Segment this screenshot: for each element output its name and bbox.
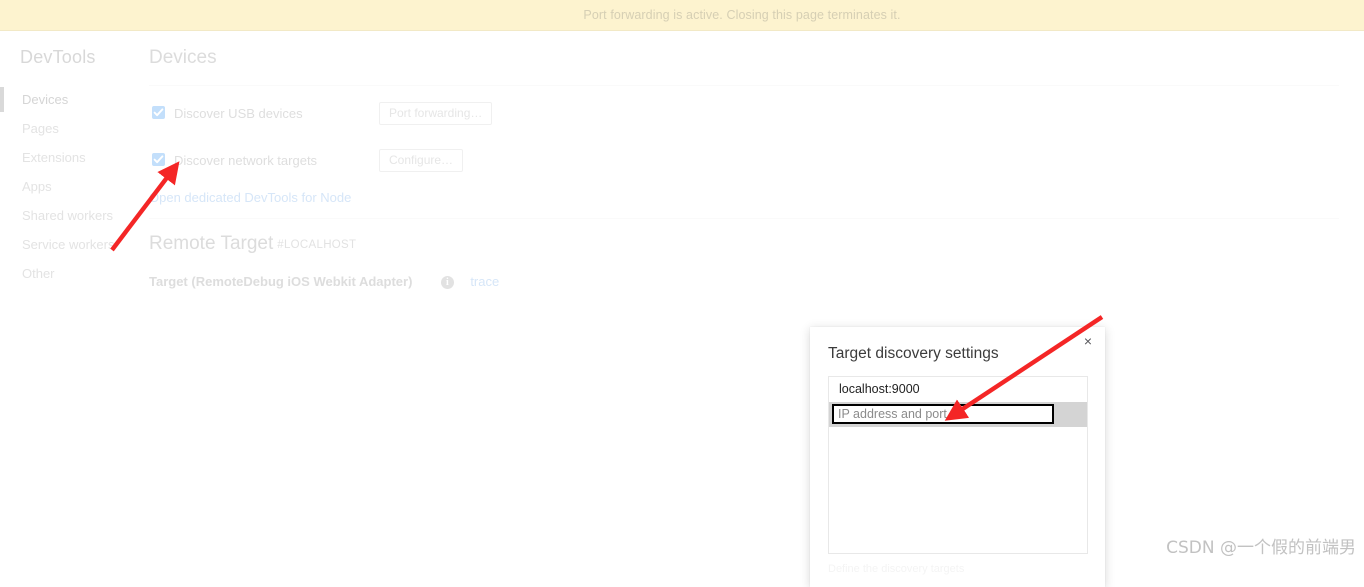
remote-target-heading-text: Remote Target [149, 233, 274, 254]
page-title: Devices [149, 47, 217, 68]
configure-button[interactable]: Configure… [379, 149, 464, 172]
sidebar-item-label: Devices [22, 92, 69, 107]
list-item[interactable]: localhost:9000 [829, 377, 1087, 402]
sidebar-item-pages[interactable]: Pages [0, 114, 140, 143]
sidebar-title: DevTools [20, 47, 96, 67]
sidebar-item-extensions[interactable]: Extensions [0, 143, 140, 172]
sidebar-item-label: Pages [22, 121, 59, 136]
sidebar-item-apps[interactable]: Apps [0, 172, 140, 201]
sidebar-item-service-workers[interactable]: Service workers [0, 230, 140, 259]
target-discovery-settings-dialog: × Target discovery settings localhost:90… [810, 327, 1105, 587]
info-icon[interactable]: i [440, 276, 454, 289]
devices-panel: Devices Discover USB devices Discover ne… [140, 31, 1364, 572]
remote-target-subtitle: #LOCALHOST [277, 239, 357, 251]
close-icon[interactable]: × [1079, 333, 1097, 351]
sidebar-item-devices[interactable]: Devices [0, 85, 140, 114]
sidebar-item-label: Apps [22, 179, 52, 194]
sidebar-item-label: Shared workers [22, 208, 114, 223]
sidebar-item-other[interactable]: Other [0, 259, 140, 288]
open-dedicated-devtools-for-node-link[interactable]: Open dedicated DevTools for Node [149, 190, 351, 205]
csdn-watermark: CSDN @一个假的前端男 [1166, 538, 1356, 558]
discovery-address-list: localhost:9000 [828, 376, 1088, 554]
discover-usb-devices-label: Discover USB devices [174, 106, 303, 121]
discover-network-targets-label: Discover network targets [174, 153, 318, 168]
port-forwarding-banner: Port forwarding is active. Closing this … [0, 0, 1364, 31]
port-forwarding-button[interactable]: Port forwarding… [379, 102, 493, 125]
dialog-footer-hint: Define the discovery targets [828, 563, 965, 575]
sidebar-item-label: Other [22, 266, 55, 281]
divider-middle [149, 218, 1339, 219]
ip-address-and-port-input[interactable] [832, 404, 1054, 424]
checkbox-checked-icon[interactable] [152, 106, 165, 119]
remote-target-heading: Remote Target #LOCALHOST [149, 233, 356, 255]
remote-target-name: Target (RemoteDebug iOS Webkit Adapter) [149, 274, 413, 289]
devtools-remote-devices-page: DevTools Devices Pages Extensions Apps S… [0, 31, 1364, 572]
dialog-title: Target discovery settings [828, 345, 999, 362]
sidebar-item-shared-workers[interactable]: Shared workers [0, 201, 140, 230]
port-forwarding-banner-text: Port forwarding is active. Closing this … [583, 8, 901, 22]
remote-target-row: Target (RemoteDebug iOS Webkit Adapter) … [149, 273, 499, 291]
trace-link[interactable]: trace [470, 274, 499, 289]
address-value: localhost:9000 [839, 382, 920, 396]
new-address-row[interactable] [829, 402, 1087, 427]
sidebar: DevTools Devices Pages Extensions Apps S… [0, 31, 140, 572]
sidebar-item-label: Extensions [22, 150, 86, 165]
sidebar-active-indicator [0, 87, 4, 112]
checkbox-checked-icon[interactable] [152, 153, 165, 166]
sidebar-list: Devices Pages Extensions Apps Shared wor… [0, 85, 140, 288]
sidebar-item-label: Service workers [22, 237, 115, 252]
divider-top [149, 85, 1339, 86]
